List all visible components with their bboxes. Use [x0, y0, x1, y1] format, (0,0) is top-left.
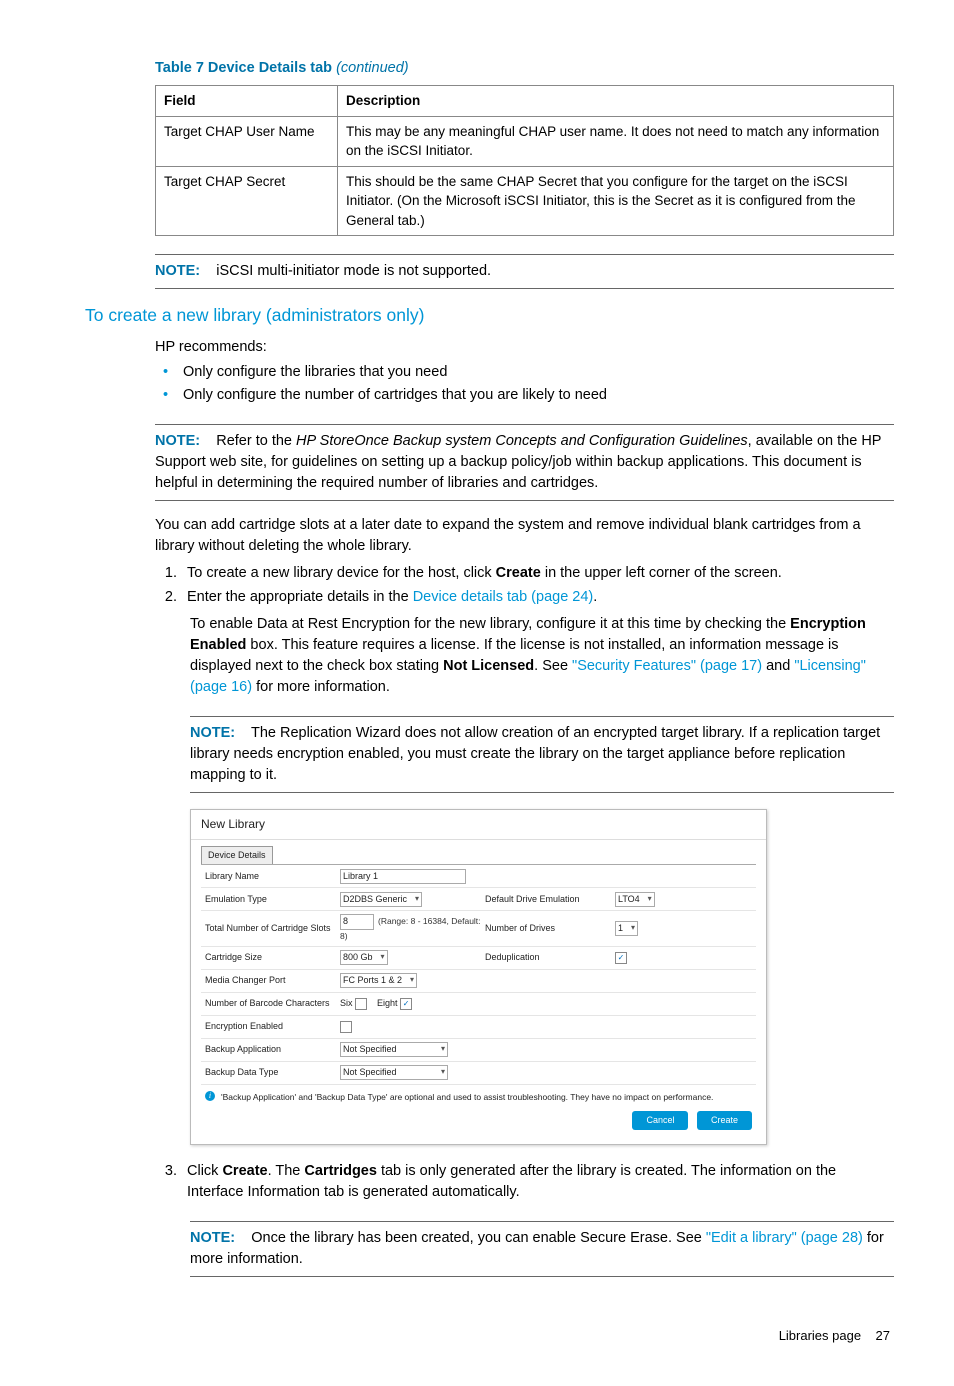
step-text: Enter the appropriate details in the	[187, 589, 413, 605]
th-field: Field	[156, 86, 338, 117]
info-message: 'Backup Application' and 'Backup Data Ty…	[201, 1085, 756, 1105]
note-doc-title: HP StoreOnce Backup system Concepts and …	[296, 433, 748, 449]
cartridges-label: Cartridges	[304, 1163, 377, 1179]
note-iscsi: NOTE: iSCSI multi-initiator mode is not …	[155, 254, 894, 289]
create-button[interactable]: Create	[697, 1111, 752, 1130]
deduplication-checkbox[interactable]: ✓	[615, 952, 627, 964]
footer-section: Libraries page	[779, 1328, 861, 1343]
default-drive-emulation-select[interactable]: LTO4	[615, 892, 655, 907]
barcode-six-checkbox[interactable]	[355, 998, 367, 1010]
note-text-a: Once the library has been created, you c…	[251, 1230, 706, 1246]
note-secure-erase: NOTE: Once the library has been created,…	[190, 1221, 894, 1277]
number-of-drives-select[interactable]: 1	[615, 921, 638, 936]
device-details-link[interactable]: Device details tab (page 24)	[413, 589, 594, 605]
note-replication: NOTE: The Replication Wizard does not al…	[190, 716, 894, 793]
label-default-drive-emulation: Default Drive Emulation	[485, 893, 615, 906]
cartridge-slots-input[interactable]: 8	[340, 914, 374, 929]
step-text: . The	[268, 1163, 305, 1179]
create-label: Create	[222, 1163, 267, 1179]
cartridge-size-select[interactable]: 800 Gb	[340, 950, 388, 965]
page-number: 27	[876, 1328, 890, 1343]
intro-text: HP recommends:	[155, 337, 894, 358]
note-label: NOTE:	[190, 1230, 235, 1246]
label-cartridge-slots: Total Number of Cartridge Slots	[201, 922, 340, 935]
label-backup-application: Backup Application	[201, 1043, 340, 1056]
table-caption: Table 7 Device Details tab (continued)	[155, 58, 894, 79]
recommendations-list: Only configure the libraries that you ne…	[155, 362, 894, 406]
label-deduplication: Deduplication	[485, 951, 615, 964]
table-caption-continued: (continued)	[336, 60, 409, 76]
label-media-changer-port: Media Changer Port	[201, 974, 340, 987]
section-heading: To create a new library (administrators …	[85, 303, 894, 328]
not-licensed-label: Not Licensed	[443, 658, 534, 674]
security-features-link[interactable]: "Security Features" (page 17)	[572, 658, 762, 674]
table-caption-text: Table 7 Device Details tab	[155, 60, 332, 76]
label-barcode-chars: Number of Barcode Characters	[201, 997, 340, 1010]
step-text: in the upper left corner of the screen.	[541, 565, 782, 581]
list-item: Only configure the libraries that you ne…	[183, 362, 894, 383]
label-encryption-enabled: Encryption Enabled	[201, 1020, 340, 1033]
step-text: for more information.	[252, 679, 390, 695]
backup-data-type-select[interactable]: Not Specified	[340, 1065, 448, 1080]
cell-field: Target CHAP User Name	[156, 116, 338, 166]
step-text: To enable Data at Rest Encryption for th…	[190, 616, 790, 632]
label-number-of-drives: Number of Drives	[485, 922, 615, 935]
step-text: Click	[187, 1163, 222, 1179]
tab-device-details[interactable]: Device Details	[201, 846, 273, 864]
cell-desc: This should be the same CHAP Secret that…	[338, 166, 894, 236]
page-footer: Libraries page 27	[85, 1327, 894, 1346]
th-description: Description	[338, 86, 894, 117]
encryption-enabled-checkbox[interactable]	[340, 1021, 352, 1033]
table-row: Target CHAP Secret This should be the sa…	[156, 166, 894, 236]
cell-desc: This may be any meaningful CHAP user nam…	[338, 116, 894, 166]
step-2-detail: To enable Data at Rest Encryption for th…	[190, 614, 894, 698]
note-label: NOTE:	[190, 725, 235, 741]
step-text: and	[762, 658, 794, 674]
note-text-a: Refer to the	[216, 433, 296, 449]
note-label: NOTE:	[155, 263, 200, 279]
label-backup-data-type: Backup Data Type	[201, 1066, 340, 1079]
steps-list-continued: Click Create. The Cartridges tab is only…	[155, 1161, 894, 1203]
note-text: iSCSI multi-initiator mode is not suppor…	[216, 263, 491, 279]
step-text: . See	[534, 658, 572, 674]
step-text: .	[593, 589, 597, 605]
label-library-name: Library Name	[201, 870, 340, 883]
media-changer-port-select[interactable]: FC Ports 1 & 2	[340, 973, 417, 988]
step-1: To create a new library device for the h…	[181, 563, 894, 584]
barcode-six-label: Six	[340, 998, 353, 1008]
step-2: Enter the appropriate details in the Dev…	[181, 587, 894, 608]
list-item: Only configure the number of cartridges …	[183, 385, 894, 406]
device-details-table: Field Description Target CHAP User Name …	[155, 85, 894, 236]
label-emulation-type: Emulation Type	[201, 893, 340, 906]
note-label: NOTE:	[155, 433, 200, 449]
emulation-type-select[interactable]: D2DBS Generic	[340, 892, 422, 907]
table-row: Target CHAP User Name This may be any me…	[156, 116, 894, 166]
library-name-input[interactable]: Library 1	[340, 869, 466, 884]
barcode-eight-label: Eight	[377, 998, 398, 1008]
barcode-eight-checkbox[interactable]: ✓	[400, 998, 412, 1010]
label-cartridge-size: Cartridge Size	[201, 951, 340, 964]
step-text: To create a new library device for the h…	[187, 565, 496, 581]
step-3: Click Create. The Cartridges tab is only…	[181, 1161, 894, 1203]
edit-library-link[interactable]: "Edit a library" (page 28)	[706, 1230, 863, 1246]
cell-field: Target CHAP Secret	[156, 166, 338, 236]
create-label: Create	[496, 565, 541, 581]
note-guidelines: NOTE: Refer to the HP StoreOnce Backup s…	[155, 424, 894, 501]
dialog-title: New Library	[191, 810, 766, 840]
note-text: The Replication Wizard does not allow cr…	[190, 725, 880, 783]
backup-application-select[interactable]: Not Specified	[340, 1042, 448, 1057]
expand-paragraph: You can add cartridge slots at a later d…	[155, 515, 894, 557]
new-library-dialog: New Library Device Details Library Name …	[190, 809, 767, 1145]
steps-list: To create a new library device for the h…	[155, 563, 894, 608]
cancel-button[interactable]: Cancel	[632, 1111, 688, 1130]
